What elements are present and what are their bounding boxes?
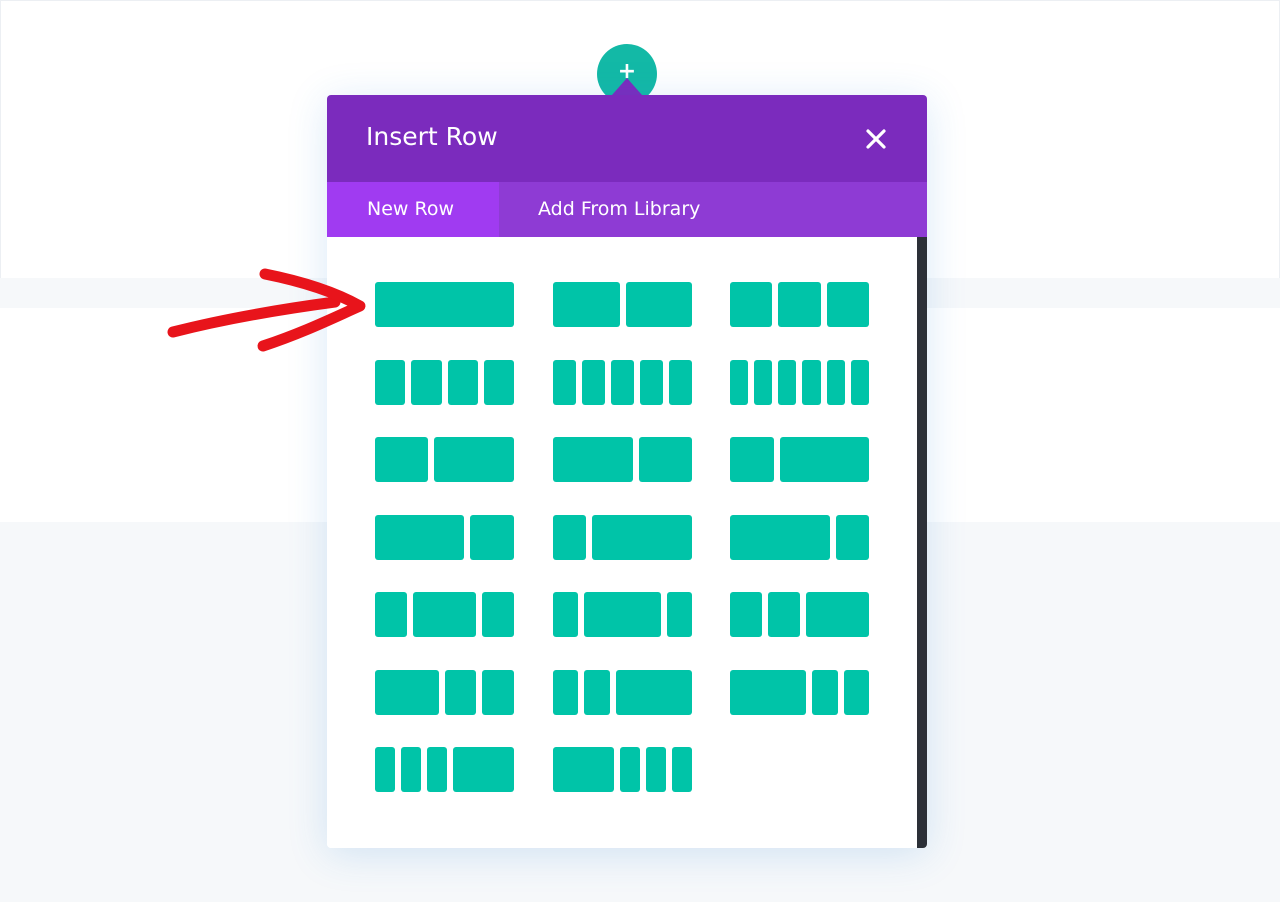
layout-column-block — [482, 592, 514, 637]
row-layout-option[interactable] — [375, 360, 514, 405]
layout-column-block — [767, 592, 800, 637]
row-layout-option[interactable] — [553, 515, 692, 560]
layout-column-block — [843, 670, 869, 715]
layout-column-block — [611, 360, 634, 405]
layout-column-block — [553, 747, 614, 792]
modal-header: Insert Row — [327, 95, 927, 182]
layout-column-block — [619, 747, 640, 792]
layout-column-block — [375, 670, 439, 715]
layout-column-block — [434, 437, 514, 482]
layout-column-block — [553, 437, 633, 482]
row-layout-option[interactable] — [553, 747, 692, 792]
layout-column-block — [669, 360, 692, 405]
layout-column-block — [427, 747, 448, 792]
row-layout-option[interactable] — [375, 670, 514, 715]
layout-column-block — [730, 515, 830, 560]
layout-column-block — [411, 360, 442, 405]
scrollbar[interactable] — [917, 237, 927, 848]
layout-column-block — [553, 282, 620, 327]
layout-column-block — [826, 282, 869, 327]
layout-column-block — [754, 360, 773, 405]
row-layout-option[interactable] — [730, 437, 869, 482]
layout-column-block — [584, 592, 661, 637]
layout-column-block — [592, 515, 692, 560]
layout-column-block — [780, 437, 869, 482]
layout-column-block — [584, 670, 610, 715]
row-layout-option[interactable] — [553, 360, 692, 405]
layout-column-block — [375, 515, 464, 560]
layout-column-block — [447, 360, 478, 405]
row-layout-option[interactable] — [730, 515, 869, 560]
layout-column-block — [850, 360, 869, 405]
layout-column-block — [805, 592, 869, 637]
layout-column-block — [625, 282, 692, 327]
row-layout-option[interactable] — [730, 592, 869, 637]
layout-column-block — [730, 437, 775, 482]
row-layout-option[interactable] — [553, 437, 692, 482]
row-layout-option[interactable] — [730, 670, 869, 715]
row-layout-option[interactable] — [553, 282, 692, 327]
tab-new-row[interactable]: New Row — [327, 182, 499, 237]
insert-row-modal: Insert Row New Row Add From Library — [327, 95, 927, 848]
layout-column-block — [453, 747, 514, 792]
layout-column-block — [375, 747, 396, 792]
tab-add-from-library[interactable]: Add From Library — [499, 182, 759, 237]
row-layout-option[interactable] — [375, 515, 514, 560]
layout-column-block — [553, 592, 579, 637]
layout-column-block — [483, 360, 514, 405]
row-layout-option[interactable] — [553, 592, 692, 637]
row-layout-option[interactable] — [730, 282, 869, 327]
layout-column-block — [401, 747, 422, 792]
layout-column-block — [645, 747, 666, 792]
modal-pointer — [612, 78, 642, 95]
layout-column-block — [615, 670, 692, 715]
row-layout-option[interactable] — [375, 437, 514, 482]
layout-column-block — [482, 670, 514, 715]
layout-column-block — [375, 360, 406, 405]
layout-column-block — [812, 670, 838, 715]
modal-body — [327, 237, 927, 848]
modal-tabs: New Row Add From Library — [327, 182, 927, 237]
layout-column-block — [730, 670, 807, 715]
layout-column-block — [375, 437, 429, 482]
arrow-annotation — [167, 268, 366, 352]
layout-column-block — [826, 360, 845, 405]
layout-column-block — [444, 670, 477, 715]
layout-column-block — [375, 592, 407, 637]
layout-column-block — [730, 282, 773, 327]
layout-column-block — [553, 515, 587, 560]
close-button[interactable] — [857, 121, 895, 159]
layout-column-block — [375, 282, 514, 327]
layout-column-block — [469, 515, 514, 560]
layout-column-block — [730, 592, 762, 637]
row-layout-option[interactable] — [553, 670, 692, 715]
row-layout-option[interactable] — [375, 282, 514, 327]
close-icon — [866, 129, 886, 149]
layout-column-block — [835, 515, 869, 560]
row-layout-option[interactable] — [375, 592, 514, 637]
row-layout-option[interactable] — [730, 360, 869, 405]
layout-column-block — [666, 592, 692, 637]
layout-column-block — [638, 437, 692, 482]
row-layout-option[interactable] — [375, 747, 514, 792]
layout-column-block — [778, 282, 821, 327]
layout-column-block — [582, 360, 605, 405]
layout-column-block — [730, 360, 749, 405]
column-layout-grid — [327, 237, 917, 848]
layout-column-block — [553, 670, 579, 715]
layout-column-block — [553, 360, 576, 405]
modal-title: Insert Row — [366, 122, 498, 151]
layout-column-block — [778, 360, 797, 405]
layout-column-block — [640, 360, 663, 405]
layout-column-block — [671, 747, 692, 792]
layout-column-block — [802, 360, 821, 405]
layout-column-block — [412, 592, 477, 637]
